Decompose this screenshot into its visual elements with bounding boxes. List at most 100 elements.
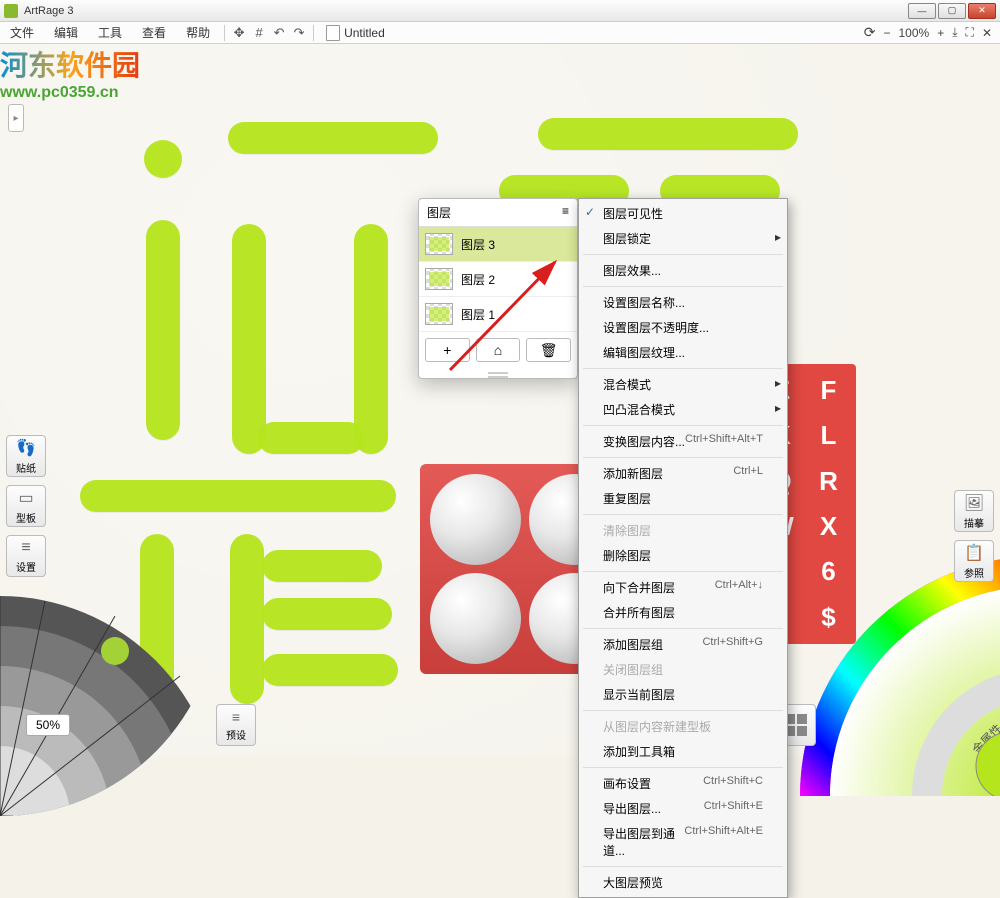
ctx-item[interactable]: 添加新图层Ctrl+L	[579, 461, 787, 486]
ctx-item[interactable]: 导出图层到通道...Ctrl+Shift+Alt+E	[579, 821, 787, 863]
window-title: ArtRage 3	[24, 5, 908, 17]
paint-stroke	[228, 122, 438, 154]
ctx-item[interactable]: 重复图层	[579, 486, 787, 511]
color-picker-wheel[interactable]: 金属性 0%	[800, 556, 1000, 796]
footprint-icon: 👣	[16, 438, 36, 458]
layer-thumbnail	[425, 233, 453, 255]
ctx-item[interactable]: 合并所有图层	[579, 600, 787, 625]
menu-tools[interactable]: 工具	[88, 24, 132, 41]
move-icon[interactable]: ✥	[229, 23, 249, 43]
ctx-item[interactable]: 向下合并图层Ctrl+Alt+↓	[579, 575, 787, 600]
stencil-icon: ▭	[18, 488, 33, 508]
zoom-plus[interactable]: +	[937, 26, 944, 40]
clipboard-icon: 📋	[964, 543, 984, 563]
layer-thumbnail	[425, 303, 453, 325]
paint-stroke	[146, 220, 180, 440]
ctx-item[interactable]: 设置图层不透明度...	[579, 315, 787, 340]
layers-menu-icon[interactable]: ≡	[562, 204, 569, 221]
paint-stroke	[354, 224, 388, 454]
sphere	[430, 573, 521, 664]
layer-name: 图层 1	[461, 306, 495, 323]
ctx-item: 关闭图层组	[579, 657, 787, 682]
reference-button[interactable]: 📋参照	[954, 540, 994, 582]
fullscreen-icon[interactable]: ⛶	[966, 25, 974, 40]
document-title: Untitled	[326, 25, 385, 41]
ctx-item[interactable]: 设置图层名称...	[579, 290, 787, 315]
layer-row[interactable]: 图层 1	[419, 297, 577, 332]
layer-context-menu[interactable]: 图层可见性图层锁定图层效果... 设置图层名称...设置图层不透明度...编辑图层…	[578, 198, 788, 898]
ctx-item[interactable]: 混合模式	[579, 372, 787, 397]
app-icon	[4, 4, 18, 18]
preset-icon: ≡	[232, 709, 240, 725]
tool-picker-wheel[interactable]	[0, 536, 220, 816]
ruler-toggle[interactable]: ▸	[8, 104, 24, 132]
ctx-item[interactable]: 图层效果...	[579, 258, 787, 283]
close-button[interactable]: ✕	[968, 3, 996, 19]
layer-folder-button[interactable]: ⌂	[476, 338, 521, 362]
image-icon: 🖼	[964, 493, 984, 513]
watermark-url: www.pc0359.cn	[0, 84, 140, 102]
sticker-button[interactable]: 👣贴纸	[6, 435, 46, 477]
grid-icon[interactable]: #	[249, 23, 269, 43]
ctx-item[interactable]: 凹凸混合模式	[579, 397, 787, 422]
menu-edit[interactable]: 编辑	[44, 24, 88, 41]
maximize-button[interactable]: ▢	[938, 3, 966, 19]
minimize-button[interactable]: —	[908, 3, 936, 19]
paint-stroke	[144, 140, 182, 178]
paint-stroke	[258, 422, 364, 454]
watermark-text: 河东软件园	[0, 44, 140, 84]
delete-layer-button[interactable]: 🗑	[526, 338, 571, 362]
sphere	[430, 474, 521, 565]
panel-close-icon[interactable]: ✕	[982, 26, 992, 40]
settings-button[interactable]: ≡设置	[6, 535, 46, 577]
add-layer-button[interactable]: +	[425, 338, 470, 362]
ctx-item[interactable]: 添加到工具箱	[579, 739, 787, 764]
ctx-item: 从图层内容新建型板	[579, 714, 787, 739]
menu-view[interactable]: 查看	[132, 24, 176, 41]
document-icon	[326, 25, 340, 41]
paint-stroke	[262, 598, 392, 630]
layer-row[interactable]: 图层 3	[419, 227, 577, 262]
layer-row[interactable]: 图层 2	[419, 262, 577, 297]
ctx-item[interactable]: 导出图层...Ctrl+Shift+E	[579, 796, 787, 821]
preset-button[interactable]: ≡预设	[216, 704, 256, 746]
menu-file[interactable]: 文件	[0, 24, 44, 41]
ctx-item[interactable]: 图层可见性	[579, 201, 787, 226]
zoom-level[interactable]: 100%	[899, 26, 930, 40]
layer-name: 图层 2	[461, 271, 495, 288]
window-titlebar: ArtRage 3 — ▢ ✕	[0, 0, 1000, 22]
paint-stroke	[232, 224, 266, 454]
paint-stroke	[538, 118, 798, 150]
ctx-item[interactable]: 编辑图层纹理...	[579, 340, 787, 365]
watermark: 河东软件园 www.pc0359.cn	[0, 44, 140, 102]
redo-icon[interactable]: ↷	[289, 23, 309, 43]
ctx-item[interactable]: 变换图层内容...Ctrl+Shift+Alt+T	[579, 429, 787, 454]
menu-help[interactable]: 帮助	[176, 24, 220, 41]
stencil-button[interactable]: ▭型板	[6, 485, 46, 527]
tool-size-value[interactable]: 50%	[26, 714, 70, 736]
download-icon[interactable]: ⤓	[952, 25, 957, 40]
layer-thumbnail	[425, 268, 453, 290]
ctx-item[interactable]: 画布设置Ctrl+Shift+C	[579, 771, 787, 796]
ctx-item[interactable]: 添加图层组Ctrl+Shift+G	[579, 632, 787, 657]
document-name: Untitled	[344, 26, 385, 40]
menubar: 文件 编辑 工具 查看 帮助 ✥ # ↶ ↷ Untitled ⟳ − 100%…	[0, 22, 1000, 44]
layers-panel[interactable]: 图层 ≡ 图层 3 图层 2 图层 1 + ⌂ 🗑	[418, 198, 578, 379]
paint-stroke	[230, 534, 264, 704]
sliders-icon: ≡	[21, 539, 30, 557]
ctx-item[interactable]: 大图层预览	[579, 870, 787, 895]
panel-drag-handle[interactable]	[419, 368, 577, 378]
paint-stroke	[262, 550, 382, 582]
ctx-item: 清除图层	[579, 518, 787, 543]
layer-name: 图层 3	[461, 236, 495, 253]
paint-stroke	[262, 654, 398, 686]
ctx-item[interactable]: 图层锁定	[579, 226, 787, 251]
undo-icon[interactable]: ↶	[269, 23, 289, 43]
paint-stroke	[80, 480, 396, 512]
ctx-item[interactable]: 显示当前图层	[579, 682, 787, 707]
trace-button[interactable]: 🖼描摹	[954, 490, 994, 532]
ctx-item[interactable]: 删除图层	[579, 543, 787, 568]
layers-title: 图层	[427, 204, 451, 221]
refresh-icon[interactable]: ⟳	[864, 24, 876, 41]
zoom-minus[interactable]: −	[883, 26, 890, 40]
